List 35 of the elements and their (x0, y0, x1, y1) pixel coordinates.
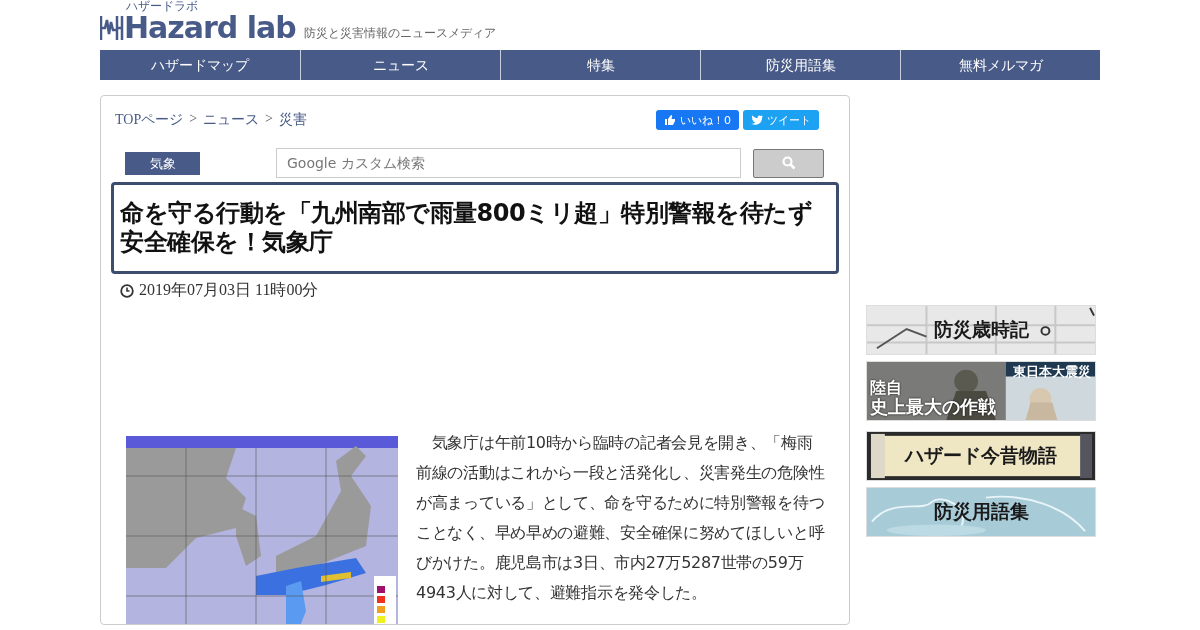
article-date: 2019年07月03日 11時00分 (139, 280, 319, 300)
banner-title: 防災歳時記 (933, 318, 1029, 342)
banner-title: 防災用語集 (933, 500, 1029, 524)
article-body: 気象庁は午前10時から臨時の記者会見を開き、「梅雨前線の活動はこれから一段と活発化し、災害発生の危険性が高まっている」として、命を守るために特別警報を待つことなく、早め早めの避難、安全確保に努めてほしいと呼びかけた。鹿児島市は3日、市内27万5287世帯の59万4943人に対して、避難指示を発令した。 (416, 432, 826, 604)
breadcrumb-link[interactable]: 災害 (279, 111, 307, 129)
nav-item[interactable]: 特集 (500, 50, 700, 80)
search-icon (781, 156, 796, 170)
thumbs-up-icon (664, 114, 676, 126)
banner-title: ハザード今昔物語 (905, 444, 1057, 468)
breadcrumb-separator: > (189, 111, 198, 128)
nav-item[interactable]: 無料メルマガ (900, 50, 1100, 80)
nav-item[interactable]: ハザードマップ (100, 50, 300, 80)
breadcrumb-separator: > (265, 111, 273, 128)
logo-kana: ハザードラボ (126, 0, 199, 15)
banner-link[interactable]: 防災歳時記 (866, 305, 1096, 355)
nav-item[interactable]: 防災用語集 (700, 50, 900, 80)
tagline: 防災と災害情報のニュースメディア (303, 25, 496, 42)
banner-link[interactable]: 防災用語集 (866, 487, 1096, 537)
search-field[interactable]: Google カスタム検索 (276, 148, 741, 178)
search-button[interactable] (753, 148, 824, 178)
article-title: 命を守る行動を「九州南部で雨量800ミリ超」特別警報を待たず安全確保を！気象庁 (111, 182, 839, 274)
banner-link[interactable]: 東日本大震災 陸自 史上最大の作戦 (866, 361, 1096, 421)
banner-caption: 陸自 (870, 379, 902, 397)
breadcrumb-link[interactable]: TOPページ (115, 111, 184, 129)
nav-item[interactable]: ニュース (300, 50, 500, 80)
banner-link[interactable]: ハザード今昔物語 (866, 431, 1096, 481)
banner-caption: 東日本大震災 (1013, 363, 1091, 381)
bird-icon (751, 115, 763, 125)
banner-caption: 史上最大の作戦 (870, 397, 996, 417)
logo-text[interactable]: Hazard lab (124, 14, 296, 42)
category-tag[interactable]: 気象 (125, 151, 200, 175)
logo-wave-icon (100, 14, 124, 40)
breadcrumb-link[interactable]: ニュース (203, 111, 260, 129)
clock-icon (120, 283, 134, 298)
like-button[interactable]: いいね！0 (656, 110, 739, 130)
